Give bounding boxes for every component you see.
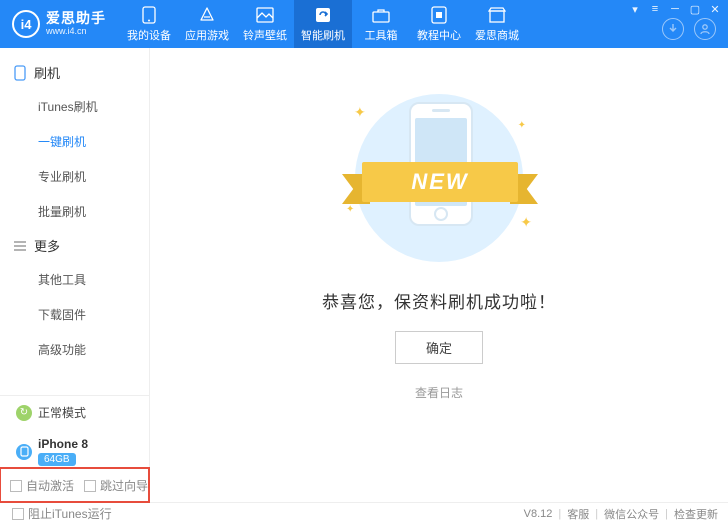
ok-button[interactable]: 确定 [395,331,483,364]
account-controls [662,18,716,40]
window-controls: ▾ ≡ ─ ▢ ✕ [628,2,722,16]
sidebar-group-flash[interactable]: 刷机 [0,56,149,89]
device-name: iPhone 8 [38,437,88,451]
phone-icon [139,6,159,24]
sidebar-item-advanced[interactable]: 高级功能 [0,332,149,367]
wallpaper-icon [255,6,275,24]
store-icon [487,6,507,24]
minimize-icon[interactable]: ─ [668,2,682,16]
user-icon[interactable] [694,18,716,40]
flash-icon [313,6,333,24]
sidebar-item-pro-flash[interactable]: 专业刷机 [0,159,149,194]
tab-apps[interactable]: 应用游戏 [178,0,236,48]
app-name: 爱思助手 [46,11,106,26]
toolbox-icon [371,6,391,24]
menu-icon[interactable]: ≡ [648,2,662,16]
list-icon [12,240,28,252]
version-label: V8.12 [524,508,553,520]
sidebar-item-download-firmware[interactable]: 下载固件 [0,297,149,332]
success-message: 恭喜您，保资料刷机成功啦！ [322,288,556,313]
tshirt-icon[interactable]: ▾ [628,2,642,16]
sidebar-group-more[interactable]: 更多 [0,229,149,262]
sidebar: 刷机 iTunes刷机 一键刷机 专业刷机 批量刷机 更多 其他工具 下载固件 … [0,48,150,502]
sidebar-item-itunes-flash[interactable]: iTunes刷机 [0,89,149,124]
close-icon[interactable]: ✕ [708,2,722,16]
status-bar: 阻止iTunes运行 V8.12 | 客服 | 微信公众号 | 检查更新 [0,502,728,524]
tab-toolbox[interactable]: 工具箱 [352,0,410,48]
device-row[interactable]: iPhone 8 64GB [0,429,149,468]
phone-outline-icon [12,65,28,81]
tab-help[interactable]: 教程中心 [410,0,468,48]
main-panel: ✦ ✦ ✦ ✦ NEW 恭喜您，保资料刷机成功啦！ 确定 查看日志 [150,48,728,502]
sidebar-item-oneclick-flash[interactable]: 一键刷机 [0,124,149,159]
mode-status[interactable]: ↻ 正常模式 [0,396,149,429]
refresh-icon: ↻ [16,405,32,421]
download-icon[interactable] [662,18,684,40]
flash-options: 自动激活 跳过向导 [0,468,149,502]
auto-activate-checkbox[interactable]: 自动激活 [10,477,74,494]
tab-store[interactable]: 爱思商城 [468,0,526,48]
block-itunes-checkbox[interactable]: 阻止iTunes运行 [12,505,112,522]
tab-flash[interactable]: 智能刷机 [294,0,352,48]
logo-icon: i4 [12,10,40,38]
skip-guide-checkbox[interactable]: 跳过向导 [84,477,148,494]
appstore-icon [197,6,217,24]
wechat-link[interactable]: 微信公众号 [604,506,659,522]
sidebar-item-batch-flash[interactable]: 批量刷机 [0,194,149,229]
success-illustration: ✦ ✦ ✦ ✦ NEW [324,94,554,264]
help-icon [429,6,449,24]
service-link[interactable]: 客服 [567,506,589,522]
view-log-link[interactable]: 查看日志 [415,384,463,401]
device-icon [16,444,32,460]
update-link[interactable]: 检查更新 [674,506,718,522]
tab-device[interactable]: 我的设备 [120,0,178,48]
storage-badge: 64GB [38,453,76,466]
new-ribbon: NEW [362,162,518,202]
sidebar-item-other-tools[interactable]: 其他工具 [0,262,149,297]
app-url: www.i4.cn [46,27,106,37]
app-logo: i4 爱思助手 www.i4.cn [0,10,116,38]
maximize-icon[interactable]: ▢ [688,2,702,16]
top-tabs: 我的设备 应用游戏 铃声壁纸 智能刷机 工具箱 教程中心 爱思商城 [120,0,526,48]
title-bar: i4 爱思助手 www.i4.cn 我的设备 应用游戏 铃声壁纸 智能刷机 工具… [0,0,728,48]
tab-ringtone[interactable]: 铃声壁纸 [236,0,294,48]
